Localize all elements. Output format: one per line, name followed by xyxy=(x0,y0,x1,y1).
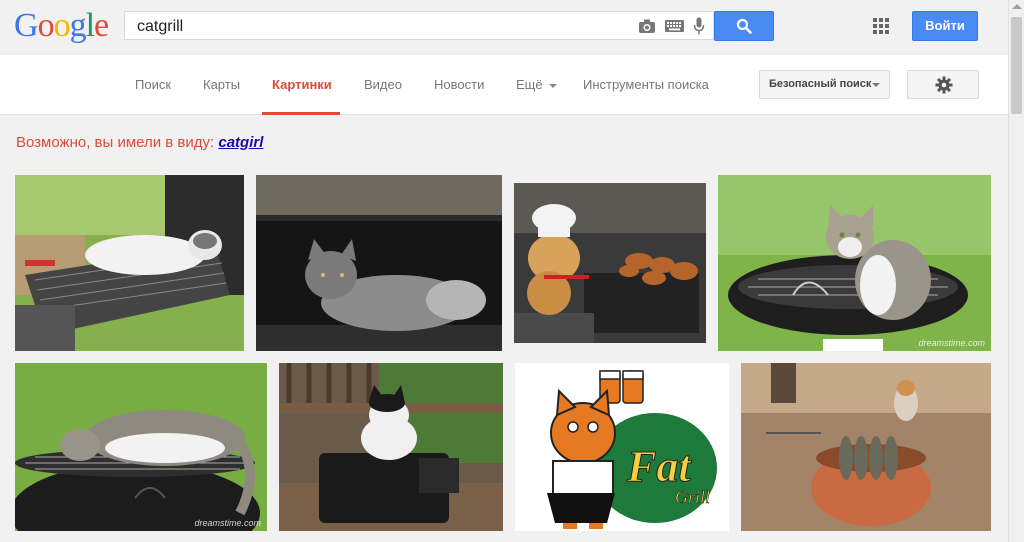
tab-search-tools[interactable]: Инструменты поиска xyxy=(583,77,709,92)
scrollbar-thumb[interactable] xyxy=(1011,17,1022,114)
scroll-up-arrow-icon[interactable] xyxy=(1012,4,1022,9)
tab-news[interactable]: Новости xyxy=(434,77,484,92)
settings-button[interactable] xyxy=(907,70,979,99)
apps-grid-icon[interactable] xyxy=(873,18,889,34)
cat-on-grill-image xyxy=(15,175,244,351)
cat-sleeping-on-grill-image xyxy=(15,363,267,531)
suggested-query-link[interactable]: catgirl xyxy=(218,134,263,151)
keyboard-icon[interactable] xyxy=(665,20,684,32)
watermark: dreamstime.com xyxy=(194,518,261,528)
image-result[interactable] xyxy=(514,183,706,343)
search-box[interactable] xyxy=(124,11,714,40)
tab-search[interactable]: Поиск xyxy=(135,77,171,92)
tab-video[interactable]: Видео xyxy=(364,77,402,92)
tab-maps[interactable]: Карты xyxy=(203,77,240,92)
search-nav: Поиск Карты Картинки Видео Новости Ещё И… xyxy=(0,55,1008,115)
search-button[interactable] xyxy=(714,11,774,41)
image-result[interactable] xyxy=(741,363,991,531)
cat-with-fish-grill-image xyxy=(741,363,991,531)
active-tab-indicator xyxy=(262,112,340,115)
search-input[interactable] xyxy=(135,16,619,37)
cat-on-kettle-grill-image xyxy=(718,175,991,351)
vertical-scrollbar[interactable] xyxy=(1008,0,1024,542)
tab-more-label: Ещё xyxy=(516,77,543,92)
safe-search-label: Безопасный поиск xyxy=(769,78,872,90)
chevron-down-icon xyxy=(549,83,558,88)
tab-images[interactable]: Картинки xyxy=(272,77,332,92)
image-result[interactable]: dreamstime.com xyxy=(718,175,991,351)
chevron-down-icon xyxy=(872,83,880,87)
watermark: dreamstime.com xyxy=(918,338,985,348)
grey-cat-on-grill-image xyxy=(256,175,502,351)
camera-icon[interactable] xyxy=(638,18,656,34)
cat-on-black-grill-image xyxy=(279,363,503,531)
search-icon xyxy=(736,18,752,34)
image-result[interactable] xyxy=(15,175,244,351)
logo-word-grill: Grill xyxy=(675,487,710,507)
logo-word-fat: Fat xyxy=(626,442,692,491)
image-result[interactable] xyxy=(279,363,503,531)
top-header: Google catgrill Войти xyxy=(0,0,1008,55)
gear-icon xyxy=(935,76,953,94)
image-result[interactable]: Fat Grill xyxy=(515,363,729,531)
login-button[interactable]: Войти xyxy=(912,11,978,41)
image-result[interactable] xyxy=(256,175,502,351)
tab-more[interactable]: Ещё xyxy=(516,77,558,92)
image-result[interactable]: dreamstime.com xyxy=(15,363,267,531)
safe-search-dropdown[interactable]: Безопасный поиск xyxy=(759,70,890,99)
did-you-mean-prefix: Возможно, вы имели в виду: xyxy=(16,134,215,151)
microphone-icon[interactable] xyxy=(693,17,705,36)
fat-grill-logo-image: Fat Grill xyxy=(515,363,729,531)
did-you-mean: Возможно, вы имели в виду: catgirl xyxy=(16,134,263,151)
chef-cat-grilling-image xyxy=(514,183,706,343)
google-logo[interactable]: Google xyxy=(14,8,109,44)
